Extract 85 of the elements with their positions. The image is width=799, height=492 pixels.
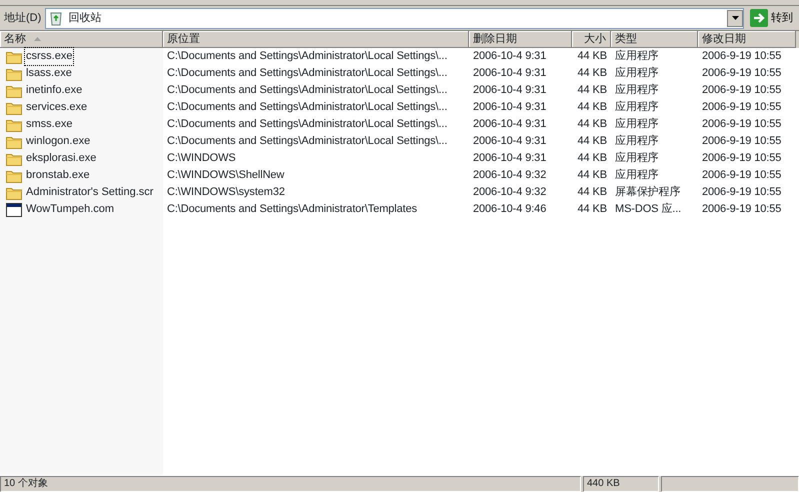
table-cell: 2006-10-4 9:31: [473, 67, 546, 80]
table-cell: 2006-10-4 9:31: [473, 101, 546, 114]
table-cell: C:\Documents and Settings\Administrator\Local Settings\...: [167, 84, 448, 96]
column-header[interactable]: 修改日期: [698, 31, 796, 48]
table-cell: 2006-10-4 9:32: [473, 186, 546, 198]
column-header[interactable]: 类型: [611, 31, 698, 48]
table-cell: 2006-9-19 10:55: [702, 169, 782, 182]
table-cell: C:\WINDOWS: [167, 152, 236, 164]
table-cell: 44 KB: [578, 203, 607, 216]
file-name[interactable]: lsass.exe: [24, 64, 74, 83]
table-cell: 2006-9-19 10:55: [702, 50, 782, 62]
table-cell: 2006-9-19 10:55: [702, 203, 782, 216]
file-name[interactable]: bronstab.exe: [24, 166, 92, 185]
table-cell: C:\WINDOWS\system32: [167, 186, 285, 198]
file-name[interactable]: eksplorasi.exe: [24, 149, 98, 168]
folder-icon: [6, 66, 22, 80]
table-cell: 2006-10-4 9:31: [473, 50, 546, 62]
column-header[interactable]: 名称: [0, 31, 163, 48]
table-cell: C:\Documents and Settings\Administrator\Local Settings\...: [167, 50, 448, 62]
dropdown-arrow-icon: [732, 16, 738, 20]
table-cell: 44 KB: [578, 186, 607, 198]
table-cell: 应用程序: [615, 101, 659, 114]
folder-icon: [6, 134, 22, 148]
folder-icon: [6, 100, 22, 114]
table-cell: MS-DOS 应...: [615, 203, 682, 216]
folder-icon: [6, 84, 22, 98]
table-cell: 应用程序: [615, 135, 659, 148]
table-cell: 44 KB: [578, 101, 607, 114]
folder-icon: [6, 50, 22, 64]
column-header[interactable]: 原位置: [163, 31, 469, 48]
file-name[interactable]: services.exe: [24, 98, 90, 117]
file-name[interactable]: winlogon.exe: [24, 132, 92, 151]
column-header[interactable]: 删除日期: [469, 31, 572, 48]
table-cell: 屏幕保护程序: [615, 186, 680, 198]
table-cell: 2006-9-19 10:55: [702, 84, 782, 96]
folder-icon: [6, 168, 22, 182]
table-cell: 2006-9-19 10:55: [702, 152, 782, 164]
column-header[interactable]: 大小: [572, 31, 611, 48]
table-cell: 2006-9-19 10:55: [702, 186, 782, 198]
table-cell: 2006-10-4 9:31: [473, 118, 546, 130]
table-cell: 2006-10-4 9:31: [473, 135, 546, 148]
table-cell: 应用程序: [615, 169, 659, 182]
table-cell: 44 KB: [578, 135, 607, 148]
table-cell: 44 KB: [578, 118, 607, 130]
table-cell: C:\Documents and Settings\Administrator\Local Settings\...: [167, 101, 448, 114]
table-cell: 2006-10-4 9:31: [473, 152, 546, 164]
table-cell: 44 KB: [578, 152, 607, 164]
table-cell: 应用程序: [615, 67, 659, 80]
file-name[interactable]: smss.exe: [24, 115, 74, 134]
file-name[interactable]: inetinfo.exe: [24, 81, 84, 100]
table-cell: 44 KB: [578, 84, 607, 96]
file-name[interactable]: Administrator's Setting.scr: [24, 183, 156, 202]
table-cell: 应用程序: [615, 152, 659, 164]
table-cell: 应用程序: [615, 84, 659, 96]
table-cell: 2006-9-19 10:55: [702, 101, 782, 114]
table-cell: 2006-9-19 10:55: [702, 135, 782, 148]
dropdown-button[interactable]: [727, 10, 743, 26]
table-cell: C:\Documents and Settings\Administrator\Local Settings\...: [167, 118, 448, 130]
table-cell: 应用程序: [615, 50, 659, 62]
folder-icon: [6, 186, 22, 200]
table-cell: 44 KB: [578, 169, 607, 182]
table-cell: 2006-9-19 10:55: [702, 67, 782, 80]
table-cell: 44 KB: [578, 67, 607, 80]
table-cell: C:\WINDOWS\ShellNew: [167, 169, 284, 182]
table-cell: 2006-9-19 10:55: [702, 118, 782, 130]
program-window-icon: [6, 202, 22, 216]
address-field[interactable]: 回收站: [45, 8, 744, 28]
address-label: 地址(D): [4, 10, 42, 26]
status-text: 440 KB: [583, 476, 659, 492]
table-cell: C:\Documents and Settings\Administrator\Templates: [167, 203, 418, 216]
table-cell: 应用程序: [615, 118, 659, 130]
table-cell: C:\Documents and Settings\Administrator\Local Settings\...: [167, 135, 448, 148]
file-name[interactable]: csrss.exe: [24, 47, 74, 66]
table-cell: 2006-10-4 9:31: [473, 84, 546, 96]
file-name[interactable]: WowTumpeh.com: [24, 200, 116, 219]
status-text: 10 个对象: [0, 476, 581, 492]
sort-arrow-icon: [34, 37, 41, 41]
go-button[interactable]: 转到: [748, 9, 795, 27]
table-cell: 2006-10-4 9:46: [473, 203, 546, 216]
table-cell: C:\Documents and Settings\Administrator\Local Settings\...: [167, 67, 448, 80]
folder-icon: [6, 118, 22, 132]
folder-icon: [6, 152, 22, 166]
table-cell: 44 KB: [578, 50, 607, 62]
recycle-bin-icon: [48, 10, 64, 26]
table-cell: 2006-10-4 9:32: [473, 169, 546, 182]
